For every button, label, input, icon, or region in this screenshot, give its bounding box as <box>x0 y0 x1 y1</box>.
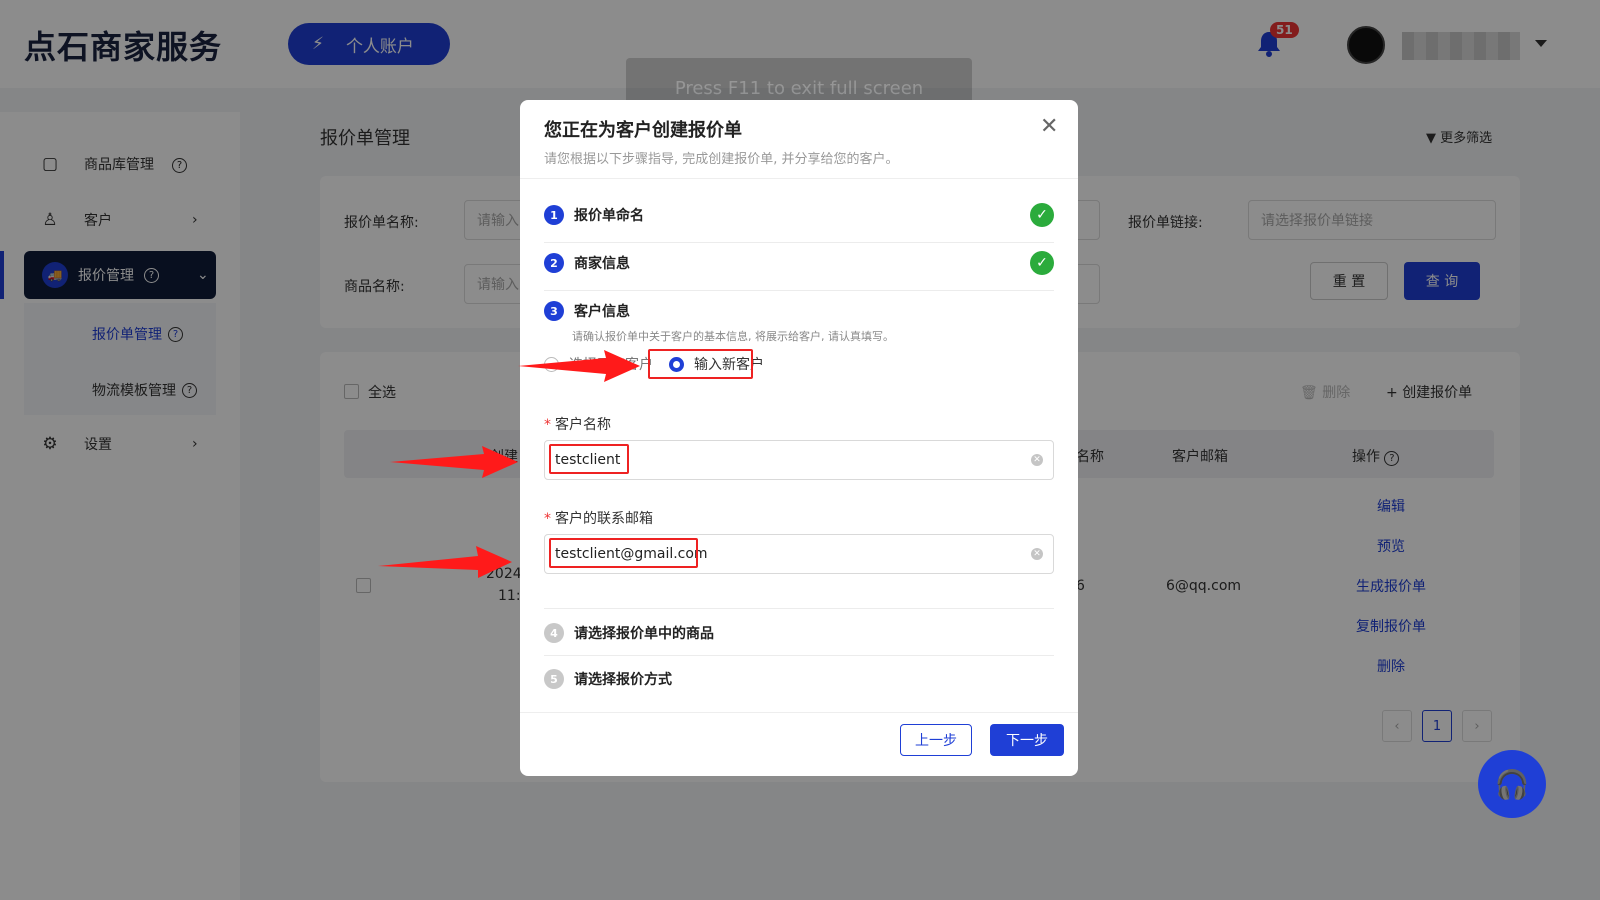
customer-support-button[interactable]: 🎧 <box>1478 750 1546 818</box>
annotation-box <box>648 349 753 379</box>
clear-icon[interactable]: ✕ <box>1031 548 1043 560</box>
annotation-box <box>549 444 629 474</box>
step-1[interactable]: 1 报价单命名 <box>544 205 644 225</box>
divider <box>544 242 1054 243</box>
step-number: 3 <box>544 301 564 321</box>
step-label: 请选择报价单中的商品 <box>574 626 714 642</box>
divider <box>520 178 1078 179</box>
step-number: 5 <box>544 669 564 689</box>
divider <box>520 712 1078 713</box>
close-icon[interactable]: ✕ <box>1040 114 1058 139</box>
step-5[interactable]: 5 请选择报价方式 <box>544 669 672 689</box>
customer-name-label-text: 客户名称 <box>555 417 611 433</box>
divider <box>544 608 1054 609</box>
dialog-title: 您正在为客户创建报价单 <box>544 120 742 141</box>
next-step-button[interactable]: 下一步 <box>990 724 1064 756</box>
dialog-subtitle: 请您根据以下步骤指导, 完成创建报价单, 并分享给您的客户。 <box>544 152 899 167</box>
step-number: 2 <box>544 253 564 273</box>
step-label: 客户信息 <box>574 304 630 320</box>
divider <box>544 655 1054 656</box>
customer-name-label: * 客户名称 <box>544 417 611 433</box>
annotation-arrow <box>378 546 512 578</box>
headset-icon: 🎧 <box>1494 767 1530 801</box>
step-3-note: 请确认报价单中关于客户的基本信息, 将展示给客户, 请认真填写。 <box>572 330 894 343</box>
annotation-box <box>549 538 698 568</box>
divider <box>544 290 1054 291</box>
customer-email-label-text: 客户的联系邮箱 <box>555 511 653 527</box>
check-icon: ✓ <box>1030 251 1054 275</box>
previous-step-button[interactable]: 上一步 <box>900 724 972 756</box>
annotation-arrow <box>518 350 640 382</box>
clear-icon[interactable]: ✕ <box>1031 454 1043 466</box>
step-4[interactable]: 4 请选择报价单中的商品 <box>544 623 714 643</box>
create-quote-dialog: 您正在为客户创建报价单 请您根据以下步骤指导, 完成创建报价单, 并分享给您的客… <box>520 100 1078 776</box>
step-label: 请选择报价方式 <box>574 672 672 688</box>
customer-email-label: * 客户的联系邮箱 <box>544 511 653 527</box>
step-2[interactable]: 2 商家信息 <box>544 253 630 273</box>
step-label: 报价单命名 <box>574 208 644 224</box>
step-3[interactable]: 3 客户信息 <box>544 301 630 321</box>
annotation-arrow <box>390 446 518 478</box>
step-number: 4 <box>544 623 564 643</box>
step-number: 1 <box>544 205 564 225</box>
check-icon: ✓ <box>1030 203 1054 227</box>
step-label: 商家信息 <box>574 256 630 272</box>
